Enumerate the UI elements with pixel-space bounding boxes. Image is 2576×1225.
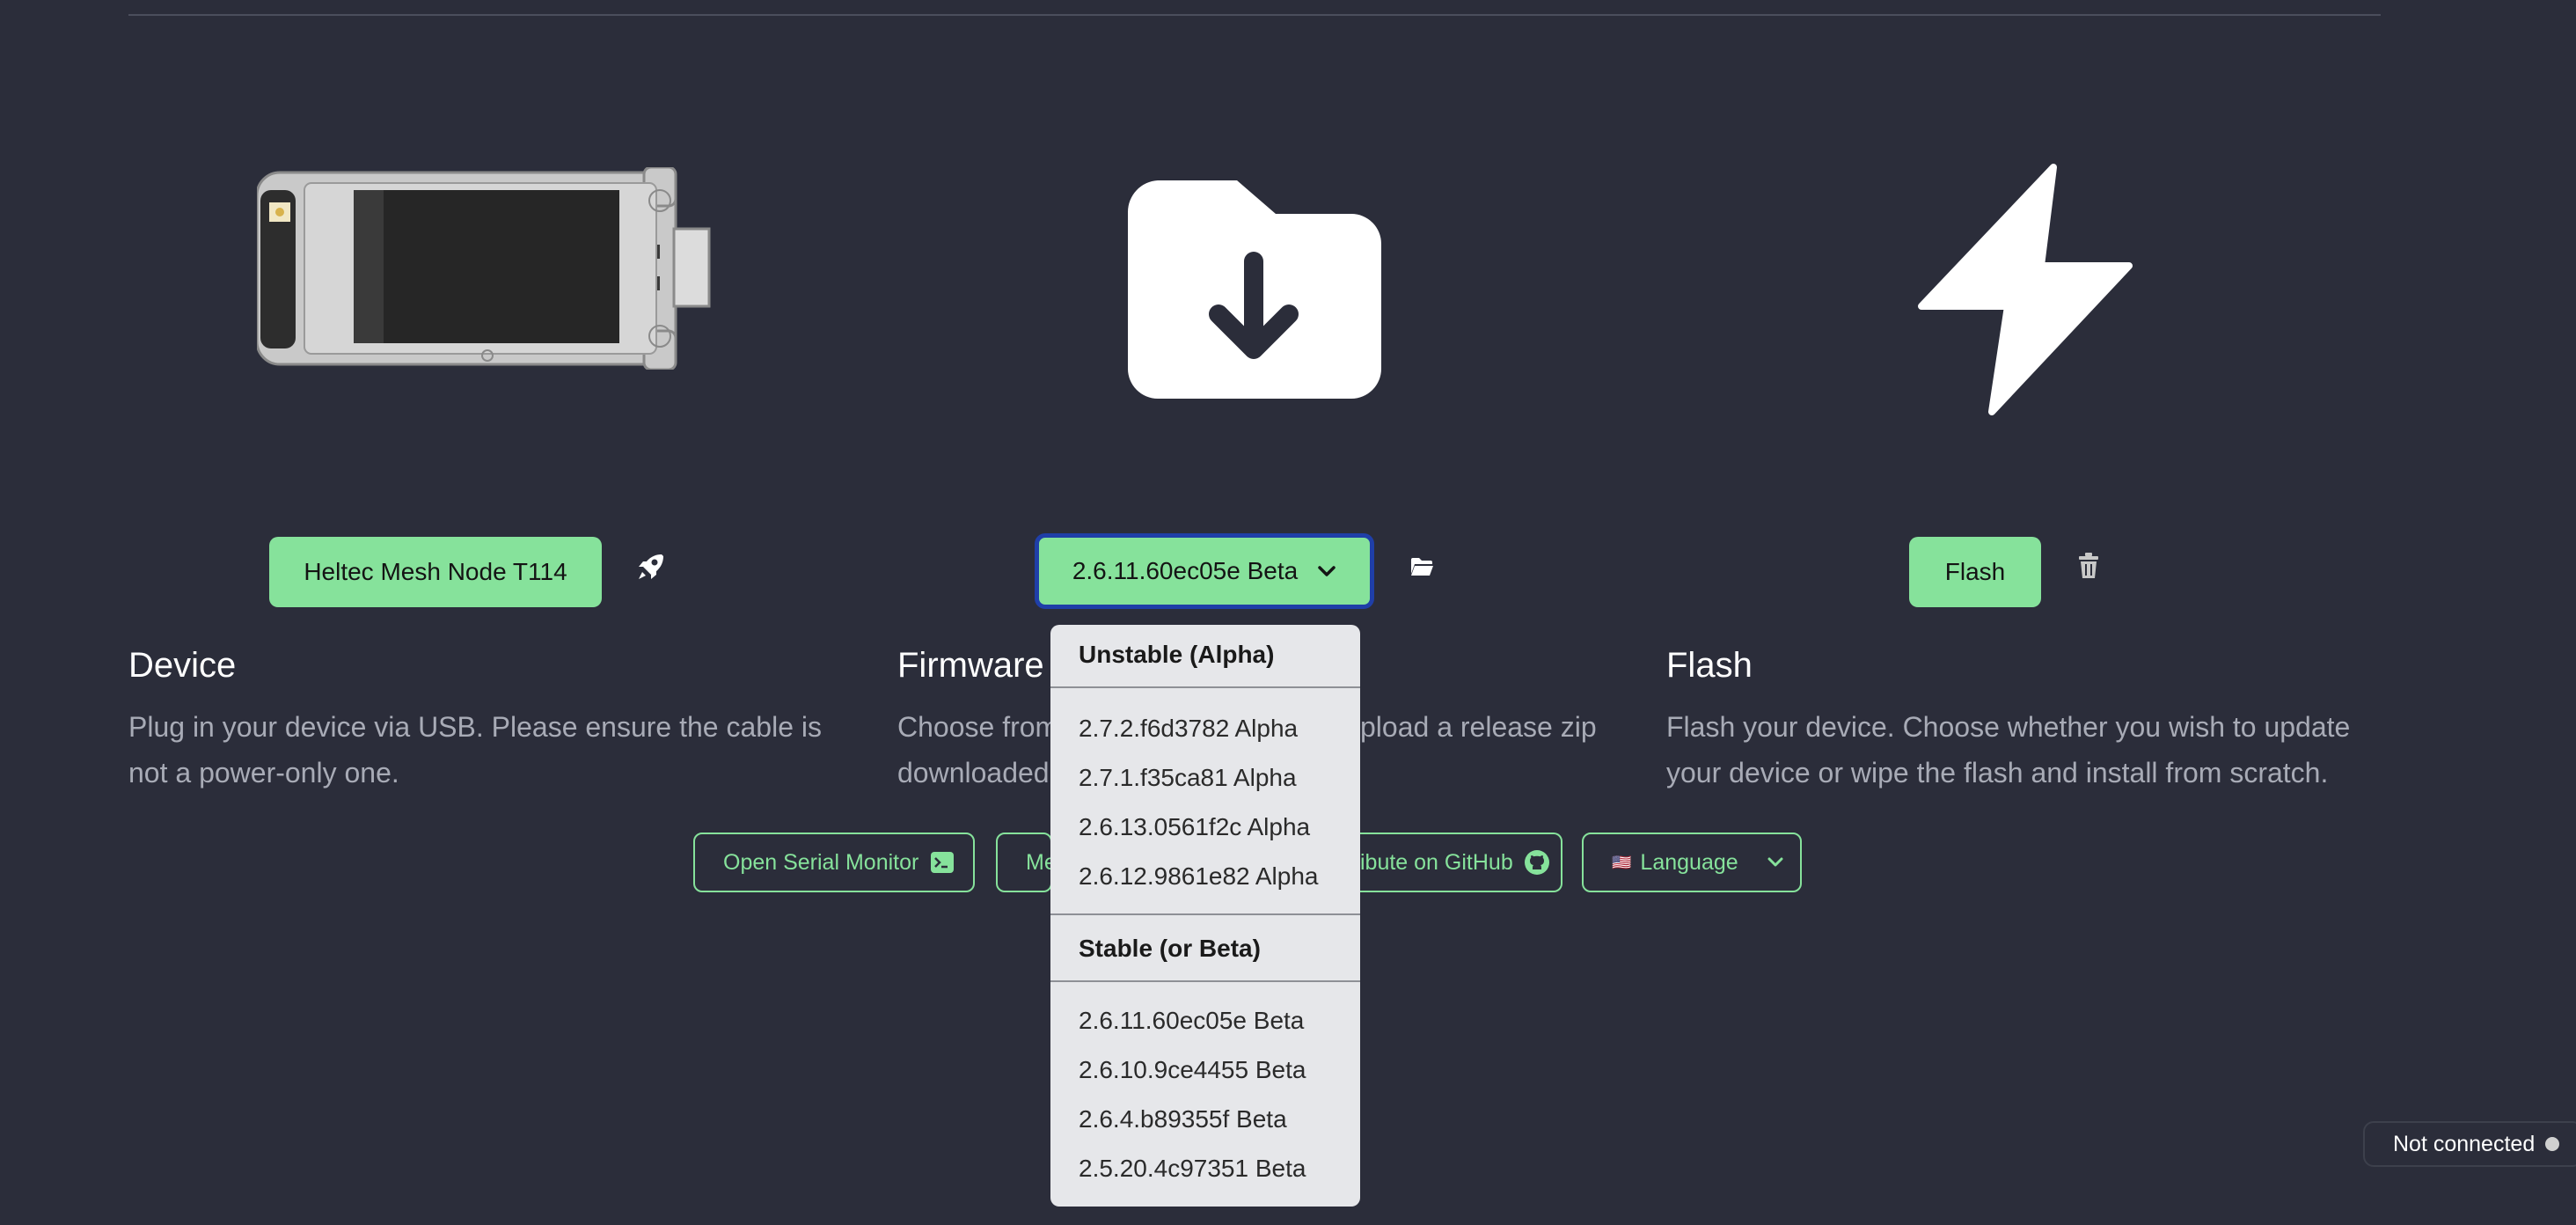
flash-button[interactable]: Flash (1909, 537, 2041, 607)
firmware-description-left-2: downloaded (897, 757, 1050, 789)
flash-title: Flash (1666, 646, 1753, 685)
folder-open-icon[interactable] (1409, 556, 1434, 577)
dropdown-option[interactable]: 2.7.2.f6d3782 Alpha (1079, 715, 1298, 743)
dropdown-divider (1050, 980, 1360, 982)
github-label: ibute on GitHub (1360, 849, 1513, 875)
connection-status: Not connected (2363, 1121, 2576, 1167)
device-title: Device (128, 646, 237, 685)
chevron-down-icon (1318, 566, 1336, 576)
chevron-down-icon (1767, 857, 1783, 867)
dropdown-group-stable: Stable (or Beta) (1079, 935, 1261, 962)
dropdown-option[interactable]: 2.7.1.f35ca81 Alpha (1079, 764, 1297, 792)
contribute-github-button[interactable]: ibute on GitHub (1360, 833, 1562, 892)
dropdown-option[interactable]: 2.6.13.0561f2c Alpha (1079, 813, 1310, 841)
device-select-label: Heltec Mesh Node T114 (304, 558, 567, 585)
top-divider (128, 14, 2381, 16)
language-label: Language (1640, 849, 1738, 875)
rocket-icon[interactable] (635, 551, 667, 583)
dropdown-option[interactable]: 2.6.10.9ce4455 Beta (1079, 1056, 1306, 1084)
serial-monitor-label: Open Serial Monitor (723, 849, 919, 875)
trash-icon[interactable] (2078, 553, 2099, 579)
device-select-button[interactable]: Heltec Mesh Node T114 (269, 537, 602, 607)
device-image (257, 167, 711, 370)
dropdown-option[interactable]: 2.6.4.b89355f Beta (1079, 1105, 1287, 1133)
github-icon (1524, 850, 1549, 875)
firmware-dropdown-menu: Unstable (Alpha) 2.7.2.f6d3782 Alpha 2.7… (1050, 625, 1360, 1207)
dropdown-divider (1050, 913, 1360, 915)
open-serial-monitor-button[interactable]: Open Serial Monitor (693, 833, 975, 892)
connection-status-text: Not connected (2393, 1131, 2536, 1156)
status-dot-icon (2545, 1137, 2560, 1151)
meshtastic-link-button[interactable]: Me (996, 833, 1057, 892)
firmware-select-label: 2.6.11.60ec05e Beta (1072, 557, 1299, 584)
dropdown-divider (1050, 686, 1360, 688)
terminal-icon (931, 852, 955, 873)
language-select-button[interactable]: 🇺🇸 Language (1582, 833, 1802, 892)
flash-bolt-icon (1918, 164, 2133, 415)
firmware-description-right: pload a release zip (1360, 711, 1597, 743)
dropdown-group-alpha: Unstable (Alpha) (1079, 641, 1275, 668)
dropdown-option[interactable]: 2.5.20.4c97351 Beta (1079, 1155, 1306, 1183)
device-description: Plug in your device via USB. Please ensu… (128, 711, 822, 789)
flash-button-label: Flash (1944, 558, 2006, 585)
us-flag-icon: 🇺🇸 (1612, 853, 1632, 871)
firmware-title: Firmware (897, 646, 1044, 685)
flash-description: Flash your device. Choose whether you wi… (1666, 711, 2351, 789)
firmware-folder-icon (1128, 180, 1381, 399)
firmware-description-left: Choose from (897, 711, 1059, 743)
firmware-select-button[interactable]: 2.6.11.60ec05e Beta (1035, 533, 1374, 609)
dropdown-option[interactable]: 2.6.11.60ec05e Beta (1079, 1007, 1304, 1035)
dropdown-option[interactable]: 2.6.12.9861e82 Alpha (1079, 862, 1318, 891)
